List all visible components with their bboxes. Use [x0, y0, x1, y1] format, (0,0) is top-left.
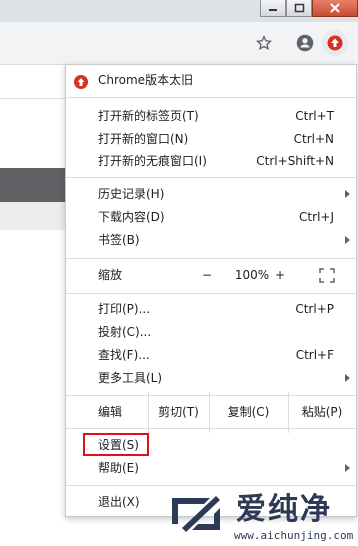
page-banner [0, 168, 66, 202]
menu-item-label: 投射(C)... [98, 325, 152, 339]
menu-item-label: 下载内容(D) [98, 210, 165, 224]
menu-item-print[interactable]: 打印(P)... Ctrl+P [66, 298, 356, 321]
cut-button[interactable]: 剪切(T) [148, 401, 209, 424]
close-button[interactable] [312, 0, 358, 17]
page-subbanner [0, 202, 66, 230]
title-bar [0, 0, 358, 22]
menu-item-shortcut: Ctrl+Shift+N [256, 154, 334, 168]
paste-button[interactable]: 粘贴(P) [288, 401, 356, 424]
menu-item-label: 书签(B) [98, 233, 140, 247]
menu-item-update[interactable]: Chrome版本太旧 [66, 69, 356, 92]
zoom-level: 100% [234, 268, 270, 282]
menu-separator [66, 293, 356, 294]
maximize-icon [294, 3, 304, 13]
copy-button[interactable]: 复制(C) [209, 401, 288, 424]
menu-item-new-tab[interactable]: 打开新的标签页(T) Ctrl+T [66, 105, 356, 128]
menu-item-label: 打开新的窗口(N) [98, 132, 189, 146]
minimize-icon [269, 9, 277, 11]
menu-separator [66, 97, 356, 98]
menu-item-shortcut: Ctrl+T [295, 109, 334, 123]
menu-item-shortcut: Ctrl+N [293, 132, 334, 146]
menu-item-label: 打开新的标签页(T) [98, 109, 199, 123]
menu-item-cast[interactable]: 投射(C)... [66, 321, 356, 344]
submenu-arrow-icon [345, 236, 350, 244]
menu-item-help[interactable]: 帮助(E) [66, 457, 356, 480]
menu-item-new-window[interactable]: 打开新的窗口(N) Ctrl+N [66, 128, 356, 151]
browser-toolbar [0, 22, 358, 65]
fullscreen-icon[interactable] [319, 268, 335, 283]
submenu-arrow-icon [345, 190, 350, 198]
watermark-logo-icon [172, 496, 220, 532]
submenu-arrow-icon [345, 374, 350, 382]
menu-item-update-label: Chrome版本太旧 [98, 73, 194, 87]
zoom-label: 缩放 [98, 268, 123, 282]
page-divider [0, 98, 66, 99]
menu-separator [66, 177, 356, 178]
submenu-arrow-icon [345, 464, 350, 472]
menu-item-shortcut: Ctrl+J [299, 210, 334, 224]
menu-row-zoom: 缩放 − 100% + [66, 264, 356, 287]
menu-item-label: 更多工具(L) [98, 371, 163, 385]
menu-item-more-tools[interactable]: 更多工具(L) [66, 367, 356, 390]
menu-item-label: 查找(F)... [98, 348, 150, 362]
menu-item-label: 打印(P)... [98, 302, 151, 316]
maximize-button[interactable] [286, 0, 312, 17]
menu-separator [66, 428, 356, 429]
chrome-main-menu: Chrome版本太旧 打开新的标签页(T) Ctrl+T 打开新的窗口(N) C… [65, 64, 357, 517]
star-icon [256, 35, 272, 51]
menu-item-shortcut: Ctrl+F [295, 348, 334, 362]
menu-item-new-incognito-window[interactable]: 打开新的无痕窗口(I) Ctrl+Shift+N [66, 150, 356, 173]
menu-separator [66, 485, 356, 486]
watermark-title: 爱纯净 [236, 492, 332, 527]
account-icon [296, 34, 314, 52]
menu-item-shortcut: Ctrl+P [295, 302, 334, 316]
zoom-out-button[interactable]: − [200, 264, 214, 287]
edit-label: 编辑 [98, 405, 123, 419]
window-controls [260, 0, 358, 17]
menu-item-bookmarks[interactable]: 书签(B) [66, 229, 356, 252]
menu-separator [66, 395, 356, 396]
update-available-icon [327, 35, 343, 51]
close-icon [330, 3, 340, 13]
site-watermark: 爱纯净 www.aichunjing.com [170, 492, 356, 544]
minimize-button[interactable] [260, 0, 286, 17]
menu-item-history[interactable]: 历史记录(H) [66, 183, 356, 206]
bookmark-star-button[interactable] [251, 30, 277, 56]
zoom-in-button[interactable]: + [273, 264, 287, 287]
menu-row-edit: 编辑 剪切(T) 复制(C) 粘贴(P) [66, 392, 356, 433]
menu-item-label: 历史记录(H) [98, 187, 165, 201]
chrome-menu-button[interactable] [322, 30, 348, 56]
update-arrow-icon [74, 75, 88, 89]
menu-item-label: 打开新的无痕窗口(I) [98, 154, 207, 168]
menu-item-label: 帮助(E) [98, 461, 139, 475]
profile-button[interactable] [292, 30, 318, 56]
menu-item-label: 退出(X) [98, 495, 140, 509]
watermark-url: www.aichunjing.com [234, 529, 354, 542]
settings-highlight-box [83, 433, 149, 456]
menu-separator [66, 258, 356, 259]
menu-item-find[interactable]: 查找(F)... Ctrl+F [66, 344, 356, 367]
menu-item-downloads[interactable]: 下载内容(D) Ctrl+J [66, 206, 356, 229]
